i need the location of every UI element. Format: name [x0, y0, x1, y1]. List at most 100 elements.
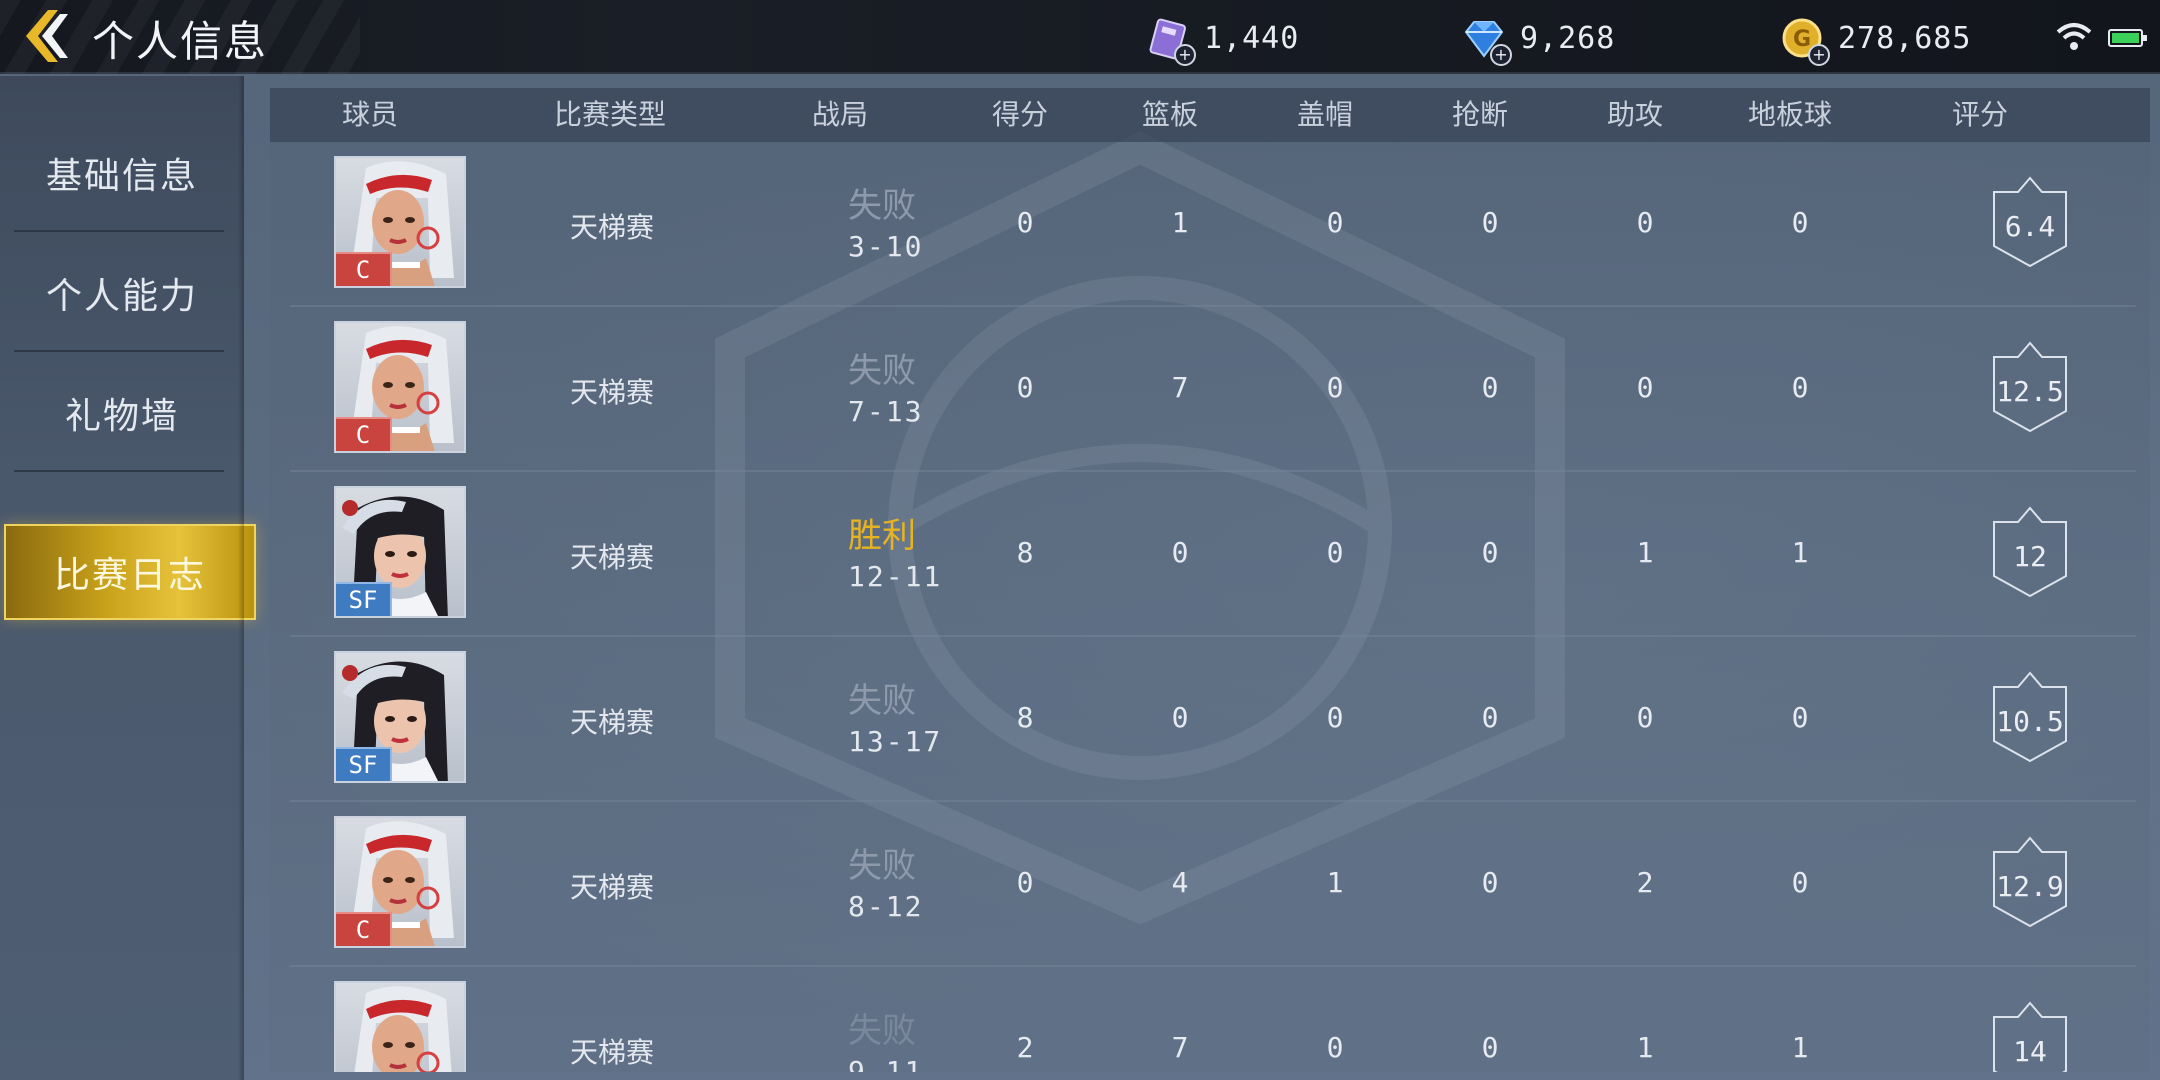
loose-balls-value: 0 [1791, 371, 1809, 404]
match-type: 天梯赛 [569, 376, 654, 409]
sidebar-item-personal-ability[interactable]: 个人能力 [14, 234, 230, 352]
rebounds-value: 7 [1171, 371, 1189, 404]
gold-amount: 278,685 [1838, 20, 1972, 56]
wifi-icon [2056, 23, 2092, 50]
player-avatar: C [334, 321, 466, 453]
match-result: 失败 [848, 186, 916, 226]
loose-balls-value: 1 [1791, 1031, 1809, 1064]
sidebar-item-gift-wall[interactable]: 礼物墙 [14, 354, 230, 472]
divider [14, 470, 224, 472]
steals-value: 0 [1481, 701, 1499, 734]
player-avatar: SF [334, 486, 466, 618]
column-header-result: 战局 [811, 98, 868, 131]
loose-balls-value: 0 [1791, 866, 1809, 899]
rating-badge: 12.5 [1990, 341, 2070, 433]
match-score: 12-11 [848, 560, 943, 593]
column-header-player: 球员 [341, 98, 398, 131]
column-header-blocks: 盖帽 [1296, 98, 1353, 131]
table-header: 球员 比赛类型 战局 得分 篮板 盖帽 抢断 助攻 地板球 评分 [270, 88, 2150, 142]
table-row[interactable]: C 天梯赛 失败 3-10 0 1 0 0 0 0 6.4 [290, 142, 2136, 307]
table-row[interactable]: C 天梯赛 失败 9-11 2 7 0 0 1 1 14 [290, 967, 2136, 1072]
rating-value: 12.5 [1996, 375, 2064, 408]
rating-value: 12 [2013, 540, 2047, 573]
add-gold-icon[interactable]: + [1808, 44, 1830, 66]
rating-value: 14 [2013, 1035, 2047, 1068]
table-row[interactable]: SF 天梯赛 失败 13-17 8 0 0 0 0 0 10.5 [290, 637, 2136, 802]
divider [14, 230, 224, 232]
page-title: 个人信息 [92, 17, 269, 66]
table-row[interactable]: C 天梯赛 失败 7-13 0 7 0 0 0 0 12.5 [290, 307, 2136, 472]
ticket-amount: 1,440 [1204, 20, 1300, 56]
match-score: 8-12 [848, 890, 924, 923]
points-value: 0 [1016, 866, 1034, 899]
diamond-icon: + [1462, 16, 1512, 66]
top-bar: 个人信息 + 1,440 + 9,268 G + 278,685 [0, 0, 2160, 74]
diamond-currency[interactable]: + 9,268 [1462, 14, 1616, 66]
assists-value: 2 [1636, 866, 1654, 899]
blocks-value: 0 [1326, 536, 1344, 569]
blocks-value: 0 [1326, 206, 1344, 239]
position-badge: SF [336, 747, 392, 781]
assists-value: 0 [1636, 701, 1654, 734]
match-type: 天梯赛 [569, 706, 654, 739]
sidebar-item-basic-info[interactable]: 基础信息 [14, 114, 230, 232]
blocks-value: 0 [1326, 371, 1344, 404]
points-value: 8 [1016, 536, 1034, 569]
match-score: 3-10 [848, 230, 924, 263]
ticket-currency[interactable]: + 1,440 [1146, 14, 1300, 66]
back-button[interactable] [14, 6, 76, 68]
sidebar-item-label: 个人能力 [45, 276, 198, 317]
divider [14, 350, 224, 352]
match-type: 天梯赛 [569, 1036, 654, 1069]
sidebar-item-label: 基础信息 [45, 156, 198, 197]
position-badge: C [336, 912, 392, 946]
match-type: 天梯赛 [569, 541, 654, 574]
match-score: 13-17 [848, 725, 943, 758]
blocks-value: 0 [1326, 701, 1344, 734]
rebounds-value: 0 [1171, 701, 1189, 734]
loose-balls-value: 0 [1791, 701, 1809, 734]
steals-value: 0 [1481, 206, 1499, 239]
rebounds-value: 7 [1171, 1031, 1189, 1064]
sidebar-item-match-log[interactable]: 比赛日志 [4, 524, 256, 620]
battery-icon [2108, 29, 2147, 47]
column-header-assists: 助攻 [1606, 98, 1663, 131]
column-header-match-type: 比赛类型 [553, 98, 666, 131]
add-ticket-icon[interactable]: + [1174, 44, 1196, 66]
steals-value: 0 [1481, 536, 1499, 569]
player-avatar: C [334, 156, 466, 288]
player-avatar: SF [334, 651, 466, 783]
column-header-steals: 抢断 [1451, 98, 1508, 131]
assists-value: 0 [1636, 371, 1654, 404]
gold-currency[interactable]: G + 278,685 [1780, 14, 1972, 66]
points-value: 8 [1016, 701, 1034, 734]
rating-value: 12.9 [1996, 870, 2064, 903]
table-row[interactable]: SF 天梯赛 胜利 12-11 8 0 0 0 1 1 12 [290, 472, 2136, 637]
assists-value: 1 [1636, 1031, 1654, 1064]
column-header-points: 得分 [991, 98, 1048, 131]
points-value: 0 [1016, 206, 1034, 239]
table-row[interactable]: C 天梯赛 失败 8-12 0 4 1 0 2 0 12.9 [290, 802, 2136, 967]
position-badge: C [336, 417, 392, 451]
match-type: 天梯赛 [569, 211, 654, 244]
match-result: 胜利 [848, 516, 916, 556]
column-header-rebounds: 篮板 [1141, 98, 1198, 131]
position-badge: SF [336, 582, 392, 616]
add-diamond-icon[interactable]: + [1490, 44, 1512, 66]
sidebar: 基础信息 个人能力 礼物墙 比赛日志 [0, 76, 256, 1080]
sidebar-item-label: 礼物墙 [64, 396, 179, 437]
rating-badge: 10.5 [1990, 671, 2070, 763]
diamond-amount: 9,268 [1520, 20, 1616, 56]
rating-badge: 14 [1990, 1001, 2070, 1072]
column-header-rating: 评分 [1951, 98, 2008, 131]
match-type: 天梯赛 [569, 871, 654, 904]
blocks-value: 0 [1326, 1031, 1344, 1064]
match-score: 7-13 [848, 395, 924, 428]
match-result: 失败 [848, 351, 916, 391]
rating-value: 6.4 [2004, 210, 2056, 243]
rebounds-value: 0 [1171, 536, 1189, 569]
steals-value: 0 [1481, 371, 1499, 404]
player-avatar: C [334, 816, 466, 948]
match-result: 失败 [848, 1011, 916, 1051]
player-avatar: C [334, 981, 466, 1072]
